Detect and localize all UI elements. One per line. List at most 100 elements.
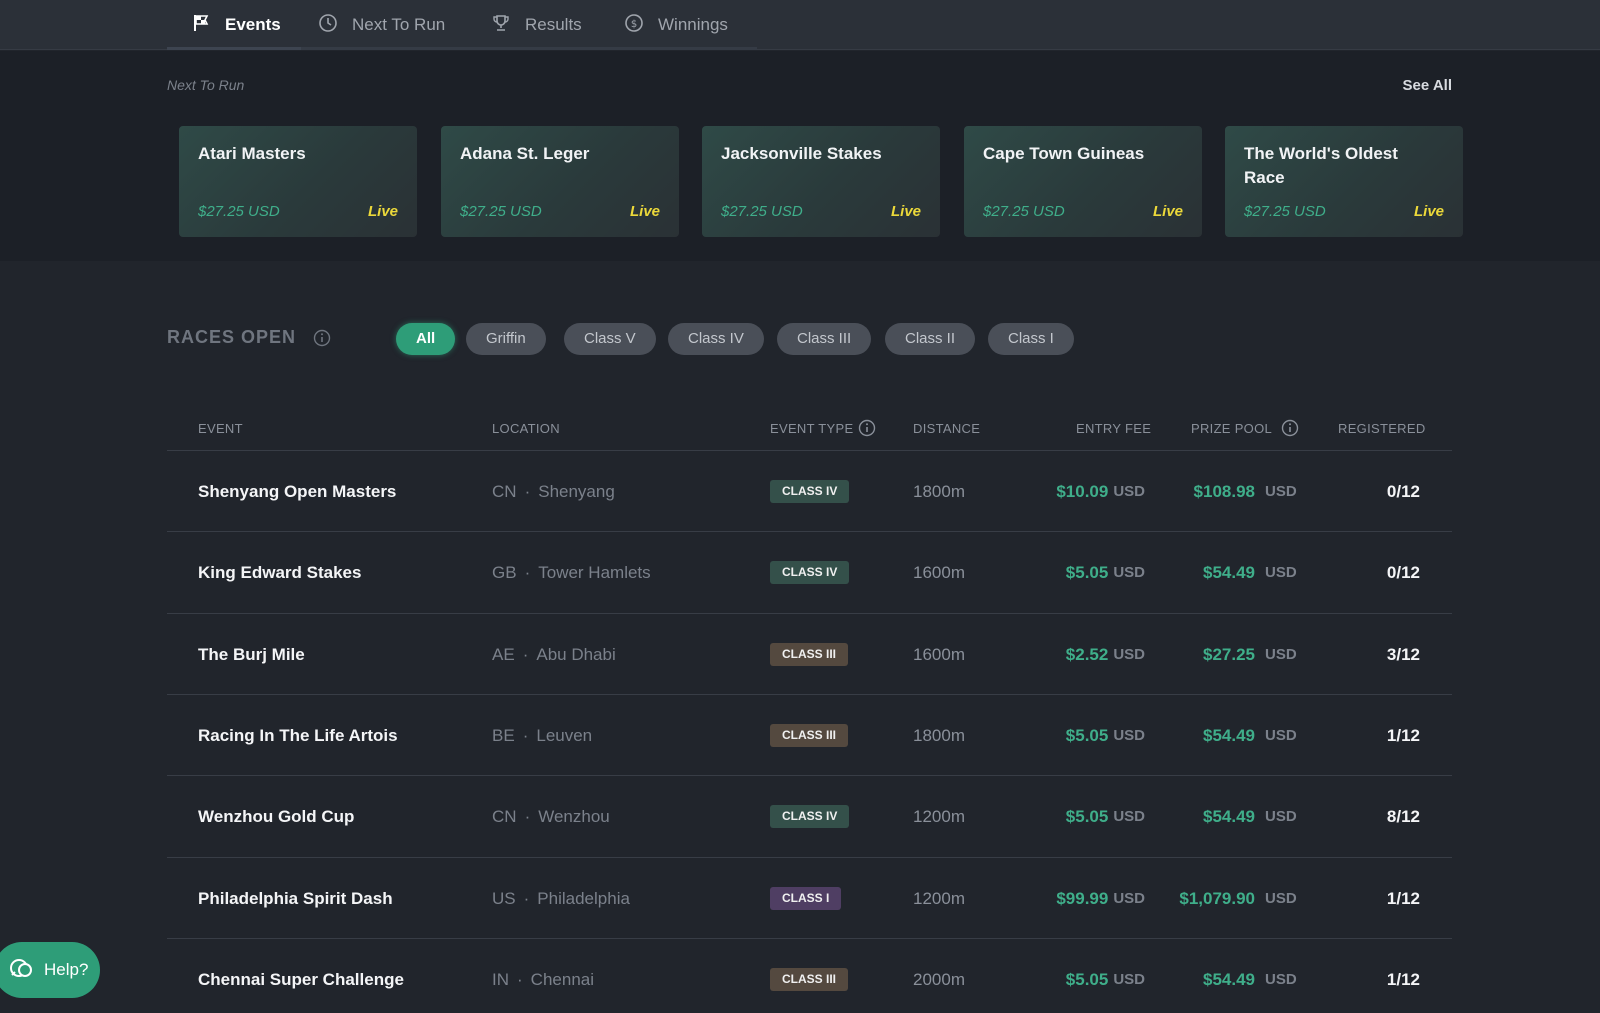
event-location: IN · Chennai: [492, 939, 594, 1013]
event-name: Shenyang Open Masters: [198, 481, 397, 501]
filter-chip-all[interactable]: All: [396, 323, 456, 355]
city-name: Philadelphia: [537, 888, 630, 908]
table-row[interactable]: Wenzhou Gold Cup CN · Wenzhou CLASS IV 1200m $…: [167, 776, 1452, 857]
event-location: CN · Shenyang: [492, 451, 615, 532]
race-card-status: Live: [1152, 203, 1183, 220]
trophy-icon: [491, 13, 511, 38]
registered-count: 1/12: [1386, 888, 1420, 908]
currency-label: USD: [1113, 971, 1145, 988]
separator-dot: ·: [523, 888, 530, 908]
currency-label: USD: [1113, 808, 1145, 825]
event-location: AE · Abu Dhabi: [492, 614, 616, 695]
header-registered: REGISTERED: [1338, 421, 1426, 436]
event-name: Philadelphia Spirit Dash: [198, 888, 393, 908]
tab-results[interactable]: Results: [491, 0, 582, 50]
event-type-cell: CLASS I: [770, 858, 842, 939]
registered-count: 1/12: [1386, 725, 1420, 745]
help-button[interactable]: Help?: [0, 942, 100, 998]
event-distance: 2000m: [913, 969, 965, 989]
table-row[interactable]: The Burj Mile AE · Abu Dhabi CLASS III 1600m $…: [167, 614, 1452, 695]
country-code: GB: [492, 562, 517, 582]
filter-chip-class-ii[interactable]: Class II: [885, 323, 976, 355]
race-card-status: Live: [890, 203, 921, 220]
race-card-name: Atari Masters: [198, 144, 306, 163]
country-code: CN: [492, 806, 517, 826]
race-card-name: Cape Town Guineas: [983, 144, 1145, 163]
race-card-fee: $27.25 USD: [198, 203, 280, 220]
filter-chip-class-v[interactable]: Class V: [564, 323, 656, 355]
currency-label: USD: [1113, 727, 1145, 744]
top-nav: Events Next To Run Results $ Winnings: [0, 0, 1600, 50]
tab-next-to-run[interactable]: Next To Run: [318, 0, 445, 50]
entry-fee-value: $5.05: [1065, 969, 1109, 989]
prize-pool-value: $1,079.90: [1179, 888, 1255, 908]
table-row[interactable]: Philadelphia Spirit Dash US · Philadelphia C…: [167, 858, 1452, 939]
country-code: AE: [492, 644, 515, 664]
event-location: US · Philadelphia: [492, 858, 630, 939]
currency-label: USD: [1113, 890, 1145, 907]
race-card-status: Live: [367, 203, 398, 220]
prize-pool-value: $54.49: [1203, 562, 1255, 582]
class-badge: CLASS III: [770, 968, 849, 991]
tab-events[interactable]: Events: [167, 0, 301, 50]
filter-chip-class-iv[interactable]: Class IV: [668, 323, 764, 355]
class-badge: CLASS III: [770, 724, 849, 747]
event-type-cell: CLASS III: [770, 614, 849, 695]
country-code: IN: [492, 969, 509, 989]
race-card[interactable]: Jacksonville Stakes $27.25 USD Live: [702, 126, 940, 237]
race-card-name: The World's Oldest Race: [1244, 144, 1398, 187]
filter-chip-class-iii[interactable]: Class III: [777, 323, 872, 355]
table-row[interactable]: Racing In The Life Artois BE · Leuven CLASS …: [167, 695, 1452, 776]
prize-pool-value: $27.25: [1203, 644, 1255, 664]
registered-count: 0/12: [1386, 481, 1420, 501]
header-event-type: EVENT TYPE: [770, 421, 854, 436]
header-distance: DISTANCE: [913, 421, 981, 436]
entry-fee: $99.99 USD: [1056, 858, 1145, 939]
city-name: Tower Hamlets: [538, 562, 651, 582]
prize-pool-value: $108.98: [1193, 481, 1255, 501]
event-distance: 1800m: [913, 481, 965, 501]
class-badge: CLASS IV: [770, 561, 850, 584]
filter-chip-griffin[interactable]: Griffin: [466, 323, 546, 355]
currency-label: USD: [1265, 808, 1297, 825]
table-row[interactable]: Chennai Super Challenge IN · Chennai CLASS I…: [167, 939, 1452, 1013]
race-card[interactable]: Cape Town Guineas $27.25 USD Live: [964, 126, 1202, 237]
city-name: Shenyang: [538, 481, 615, 501]
clock-icon: [318, 13, 338, 38]
entry-fee: $10.09 USD: [1056, 451, 1145, 532]
race-card[interactable]: The World's Oldest Race $27.25 USD Live: [1225, 126, 1463, 237]
tab-label: Results: [525, 15, 582, 34]
tab-winnings[interactable]: $ Winnings: [624, 0, 728, 50]
event-distance: 1600m: [913, 562, 965, 582]
info-icon[interactable]: [1281, 419, 1299, 437]
event-name: Chennai Super Challenge: [198, 969, 404, 989]
entry-fee: $2.52 USD: [1066, 614, 1145, 695]
race-card[interactable]: Adana St. Leger $27.25 USD Live: [441, 126, 679, 237]
registered-count: 1/12: [1386, 969, 1420, 989]
filter-chip-class-i[interactable]: Class I: [988, 323, 1074, 355]
event-name: King Edward Stakes: [198, 562, 362, 582]
races-open-title: RACES OPEN: [167, 327, 297, 347]
class-badge: CLASS IV: [770, 480, 850, 503]
table-row[interactable]: Shenyang Open Masters CN · Shenyang CLASS IV…: [167, 451, 1452, 532]
race-card-name: Jacksonville Stakes: [721, 144, 882, 163]
chat-icon: [8, 955, 34, 986]
race-card[interactable]: Atari Masters $27.25 USD Live: [179, 126, 417, 237]
prize-pool-value: $54.49: [1203, 969, 1255, 989]
event-type-cell: CLASS IV: [770, 532, 850, 613]
tab-label: Events: [225, 15, 281, 34]
see-all-link[interactable]: See All: [1403, 77, 1452, 94]
race-card-fee: $27.25 USD: [721, 203, 803, 220]
header-prize-pool: PRIZE POOL: [1191, 421, 1273, 436]
entry-fee-value: $5.05: [1065, 725, 1109, 745]
info-icon[interactable]: [313, 329, 331, 347]
entry-fee: $5.05 USD: [1066, 695, 1145, 776]
race-card-fee: $27.25 USD: [1244, 203, 1326, 220]
table-row[interactable]: King Edward Stakes GB · Tower Hamlets CLASS …: [167, 532, 1452, 613]
info-icon[interactable]: [858, 419, 876, 437]
city-name: Abu Dhabi: [536, 644, 616, 664]
svg-text:$: $: [631, 19, 637, 30]
separator-dot: ·: [524, 562, 531, 582]
currency-label: USD: [1265, 890, 1297, 907]
entry-fee: $5.05 USD: [1066, 939, 1145, 1013]
